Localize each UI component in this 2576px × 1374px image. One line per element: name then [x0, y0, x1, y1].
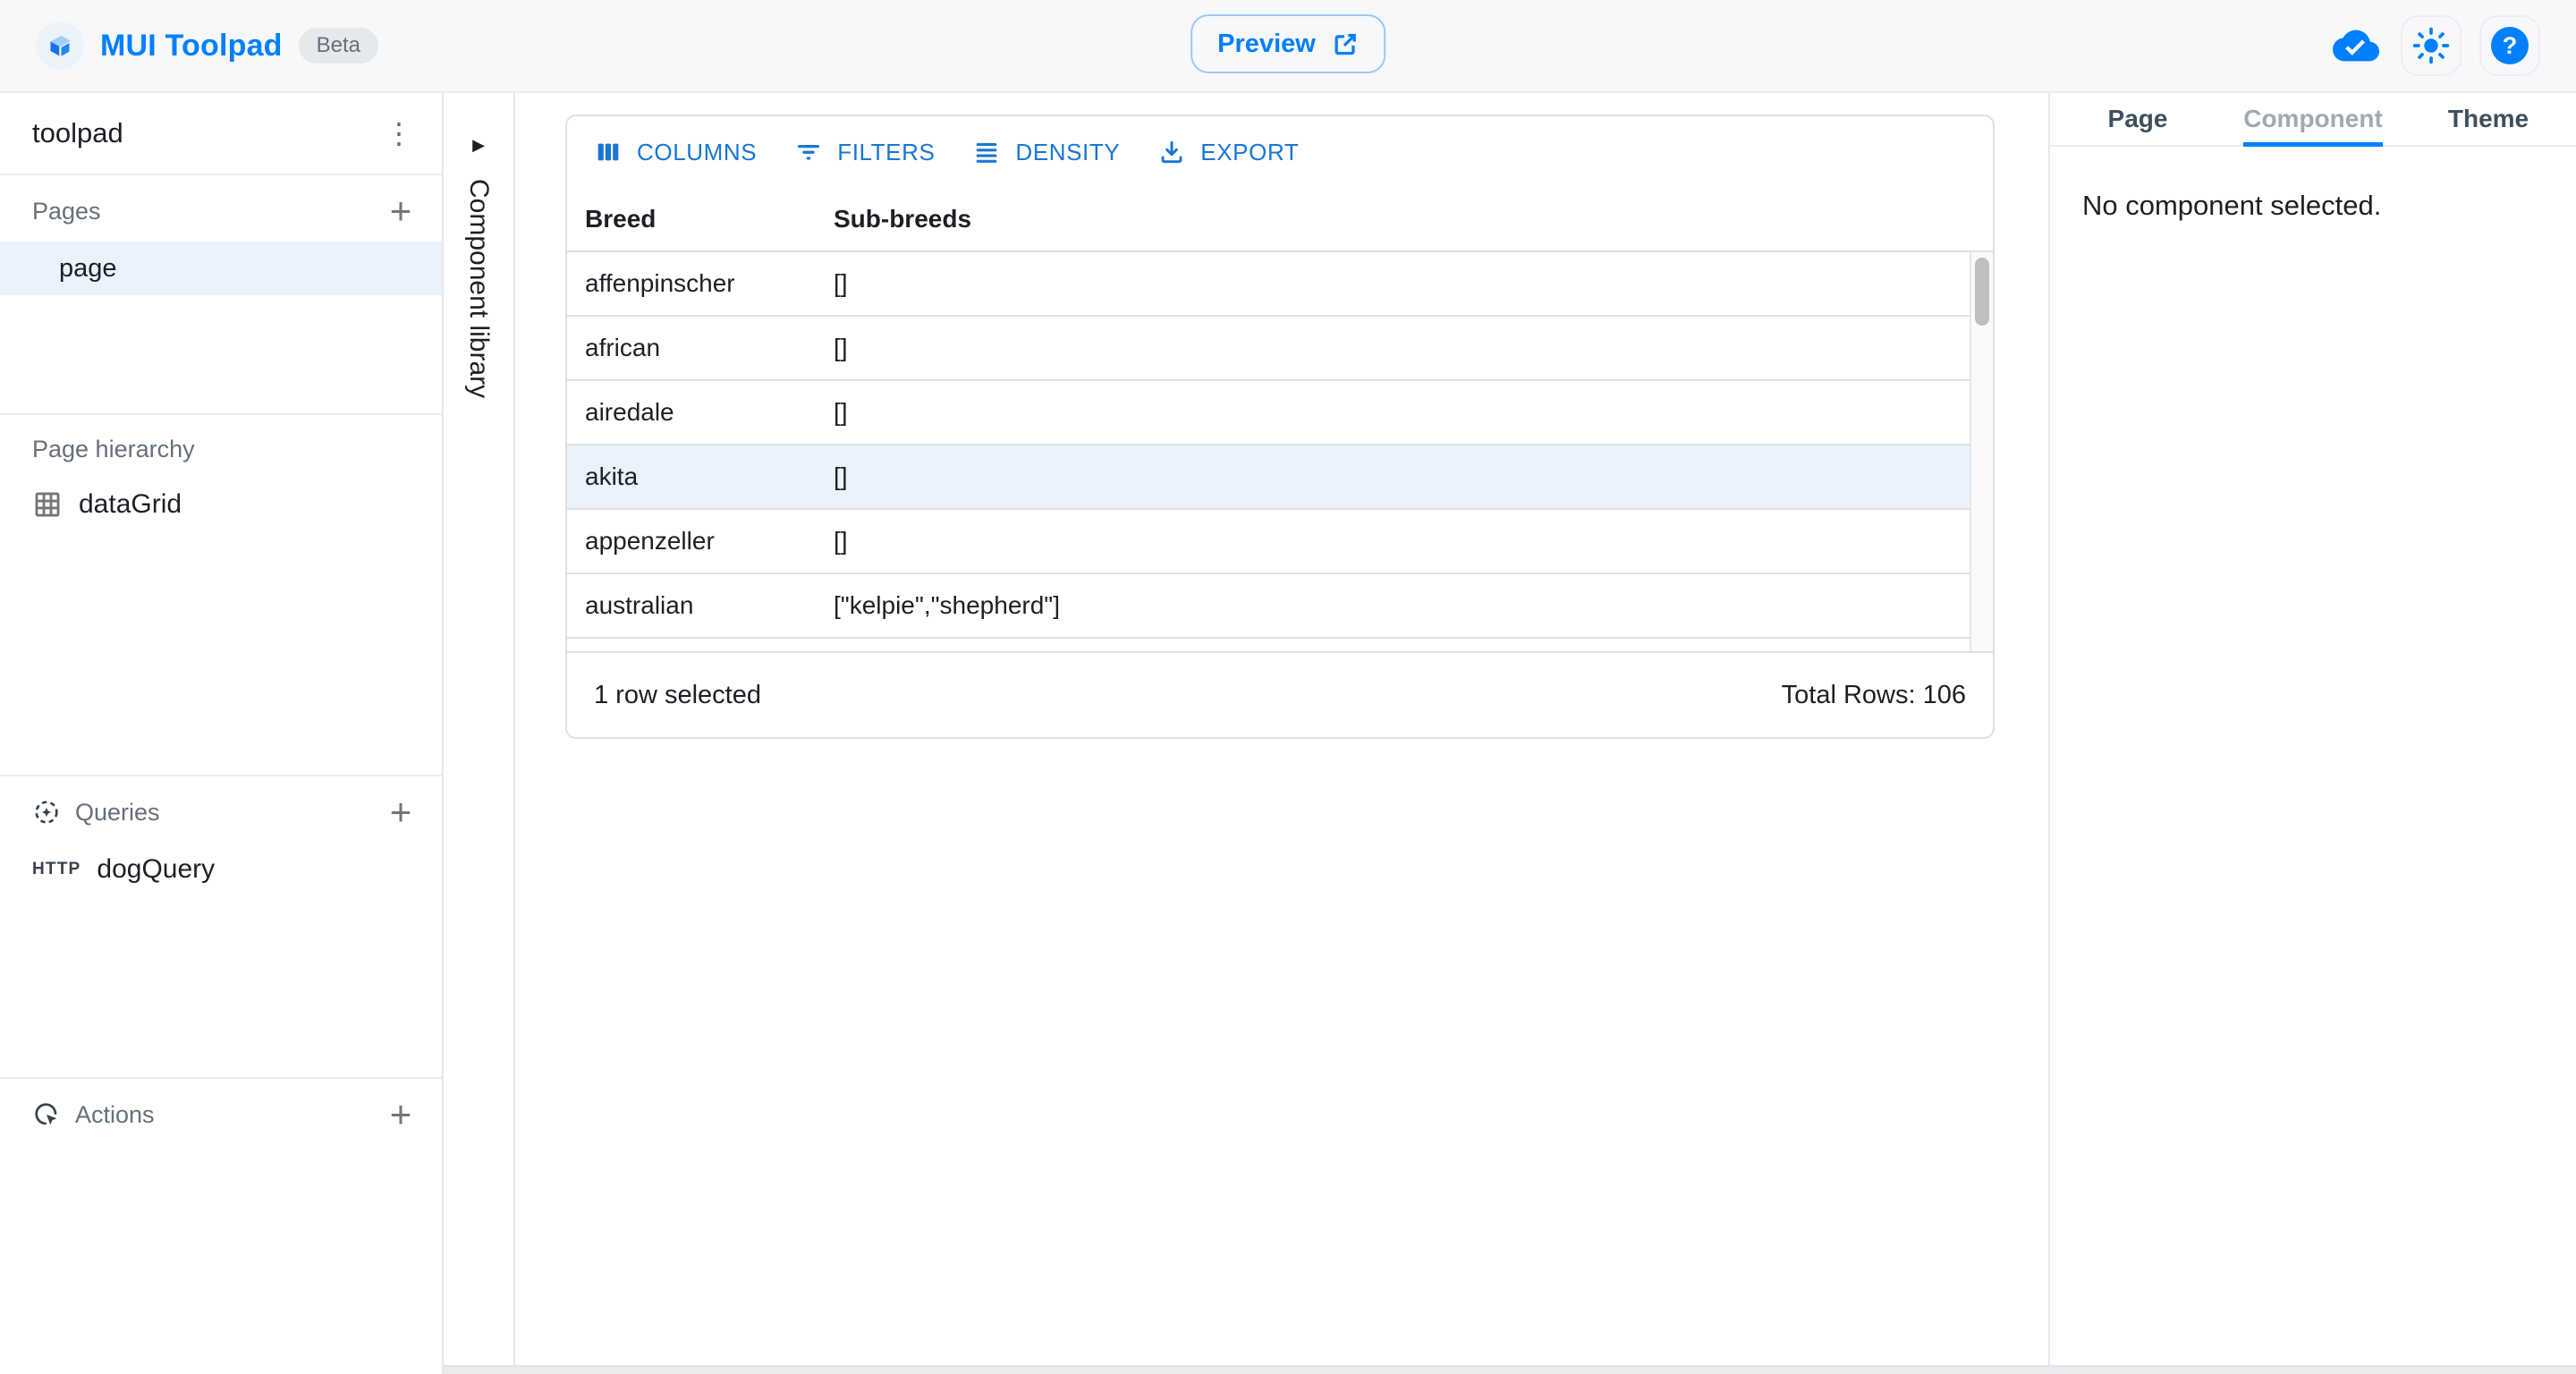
- add-action-button[interactable]: +: [374, 1088, 428, 1141]
- sidebar-item-dogquery[interactable]: HTTP dogQuery: [0, 843, 442, 896]
- cell-breed: affenpinscher: [567, 269, 816, 298]
- page-item-label: page: [59, 254, 117, 284]
- export-button[interactable]: EXPORT: [1143, 125, 1313, 179]
- sidebar-divider: [0, 413, 442, 415]
- total-rows-count: Total Rows: 106: [1782, 681, 1966, 710]
- datagrid-toolbar: COLUMNS FILTERS: [567, 116, 1993, 188]
- tab-component[interactable]: Component: [2225, 93, 2401, 145]
- column-header-subbreeds[interactable]: Sub-breeds: [816, 205, 1993, 233]
- actions-click-icon: [32, 1100, 61, 1129]
- cell-subbreeds: []: [816, 462, 1970, 491]
- pages-section-header: Pages +: [0, 184, 442, 238]
- filters-button-label: FILTERS: [837, 139, 935, 166]
- datagrid-footer: 1 row selected Total Rows: 106: [567, 651, 1993, 737]
- cell-subbreeds: []: [816, 334, 1970, 362]
- grid-component-icon: [32, 489, 63, 520]
- table-row[interactable]: affenpinscher []: [567, 252, 1970, 317]
- cell-breed: appenzeller: [567, 527, 816, 556]
- theme-toggle-button[interactable]: [2401, 15, 2462, 76]
- preview-button[interactable]: Preview: [1191, 14, 1385, 73]
- page-canvas[interactable]: COLUMNS FILTERS: [515, 93, 2048, 1374]
- actions-section-header: Actions +: [0, 1088, 442, 1141]
- column-header-breed[interactable]: Breed: [567, 205, 816, 233]
- cell-breed: akita: [567, 462, 816, 491]
- hierarchy-section-header: Page hierarchy: [0, 422, 442, 476]
- toolpad-app: MUI Toolpad Beta Preview: [0, 0, 2576, 1374]
- datagrid-header-row: Breed Sub-breeds: [567, 188, 1993, 252]
- project-menu-button[interactable]: ⋮: [374, 108, 424, 158]
- project-name: toolpad: [32, 117, 123, 149]
- cell-subbreeds: ["kelpie","shepherd"]: [816, 591, 1970, 620]
- table-row[interactable]: african []: [567, 317, 1970, 381]
- help-button[interactable]: ?: [2479, 15, 2540, 76]
- datagrid-rows-viewport: affenpinscher [] african [] airedale [] …: [567, 252, 1993, 651]
- brand: MUI Toolpad Beta: [36, 21, 378, 70]
- sun-icon: [2412, 27, 2450, 64]
- component-library-panel[interactable]: ▶ Component library: [444, 93, 515, 1374]
- density-icon: [972, 138, 1001, 166]
- topbar-actions: ?: [2329, 15, 2540, 76]
- actions-section-label: Actions: [75, 1101, 155, 1129]
- datagrid-node-label: dataGrid: [79, 489, 182, 520]
- queries-section-header: Queries +: [0, 785, 442, 839]
- cell-subbreeds: []: [816, 527, 1970, 556]
- queries-icon: [32, 798, 61, 827]
- cell-breed: australian: [567, 591, 816, 620]
- table-row[interactable]: appenzeller []: [567, 510, 1970, 574]
- hierarchy-section-label: Page hierarchy: [32, 436, 195, 463]
- filters-button[interactable]: FILTERS: [780, 125, 949, 179]
- export-button-label: EXPORT: [1200, 139, 1299, 166]
- density-button-label: DENSITY: [1015, 139, 1120, 166]
- cell-subbreeds: []: [816, 398, 1970, 427]
- no-component-message: No component selected.: [2050, 147, 2576, 222]
- add-query-button[interactable]: +: [374, 785, 428, 839]
- grid-scrollbar-thumb[interactable]: [1975, 258, 1989, 326]
- sidebar-divider: [0, 775, 442, 776]
- cell-subbreeds: []: [816, 269, 1970, 298]
- cell-breed: airedale: [567, 398, 816, 427]
- inspector-panel: Page Component Theme No component select…: [2048, 93, 2576, 1374]
- preview-button-label: Preview: [1217, 30, 1316, 59]
- inspector-tabs: Page Component Theme: [2050, 93, 2576, 147]
- project-header: toolpad ⋮: [0, 93, 442, 175]
- density-button[interactable]: DENSITY: [958, 125, 1134, 179]
- dogquery-node-label: dogQuery: [97, 854, 215, 885]
- app-body: toolpad ⋮ Pages + page Page hierarchy: [0, 93, 2576, 1374]
- table-row[interactable]: [567, 639, 1970, 651]
- filter-list-icon: [794, 138, 823, 166]
- beta-badge: Beta: [299, 28, 378, 64]
- table-row-selected[interactable]: akita []: [567, 445, 1970, 510]
- expand-library-chevron-icon[interactable]: ▶: [472, 136, 485, 155]
- tab-page[interactable]: Page: [2050, 93, 2225, 145]
- add-page-button[interactable]: +: [374, 184, 428, 238]
- datagrid-component[interactable]: COLUMNS FILTERS: [565, 114, 1995, 739]
- columns-button-label: COLUMNS: [637, 139, 757, 166]
- bottom-scroll-gutter: [444, 1365, 2576, 1374]
- sidebar-item-page[interactable]: page: [0, 242, 442, 295]
- tab-theme[interactable]: Theme: [2401, 93, 2576, 145]
- download-icon: [1157, 138, 1186, 166]
- table-row[interactable]: australian ["kelpie","shepherd"]: [567, 574, 1970, 639]
- top-bar: MUI Toolpad Beta Preview: [0, 0, 2576, 93]
- table-row[interactable]: airedale []: [567, 381, 1970, 445]
- cloud-saved-icon: [2329, 15, 2383, 76]
- component-library-label: Component library: [463, 179, 494, 398]
- open-in-new-icon: [1332, 30, 1359, 57]
- columns-icon: [594, 138, 623, 166]
- app-title: MUI Toolpad: [100, 29, 283, 64]
- pages-section-label: Pages: [32, 198, 101, 225]
- columns-button[interactable]: COLUMNS: [580, 125, 771, 179]
- sidebar-item-datagrid[interactable]: dataGrid: [0, 476, 442, 533]
- cell-breed: african: [567, 334, 816, 362]
- explorer-sidebar: toolpad ⋮ Pages + page Page hierarchy: [0, 93, 444, 1374]
- mui-toolpad-logo-icon: [36, 21, 84, 70]
- http-badge: HTTP: [32, 860, 80, 879]
- sidebar-divider: [0, 1077, 442, 1079]
- grid-scrollbar-track[interactable]: [1970, 252, 1993, 651]
- help-question-icon: ?: [2491, 27, 2529, 64]
- selection-status: 1 row selected: [594, 681, 761, 710]
- queries-section-label: Queries: [75, 799, 160, 827]
